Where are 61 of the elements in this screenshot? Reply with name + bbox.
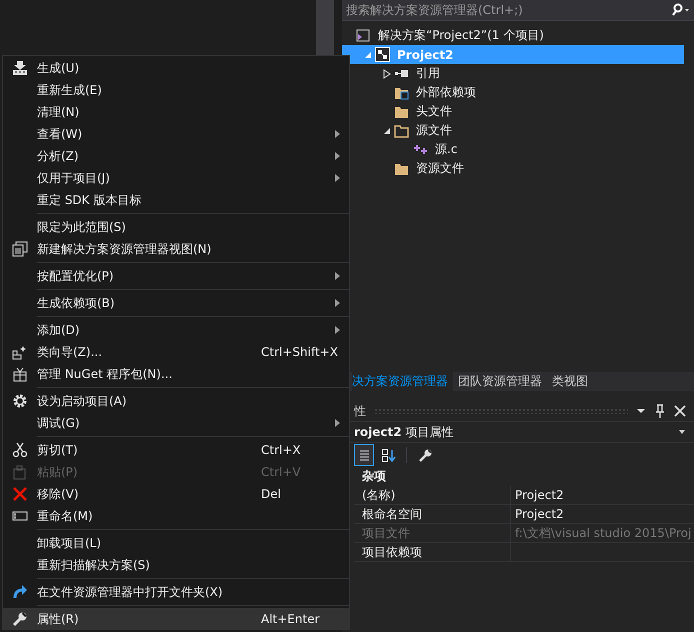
menu-item[interactable]: 移除(V) Del bbox=[3, 483, 349, 505]
toolbar-button[interactable] bbox=[354, 444, 374, 466]
curved-arrow-icon bbox=[12, 584, 28, 600]
gear-icon bbox=[12, 393, 28, 409]
property-name: 项目依赖项 bbox=[354, 543, 510, 562]
panel-tab[interactable]: 类视图 bbox=[547, 372, 593, 391]
menu-item[interactable]: 设为启动项目(A) bbox=[3, 390, 349, 412]
menu-item[interactable]: 在文件资源管理器中打开文件夹(X) bbox=[3, 581, 349, 603]
folder-icon bbox=[394, 161, 409, 176]
menu-item[interactable]: 生成依赖项(B) bbox=[3, 292, 349, 314]
project-icon bbox=[375, 47, 390, 62]
folder-icon bbox=[394, 85, 409, 100]
expanded-arrow-icon[interactable] bbox=[383, 126, 391, 134]
property-name: 根命名空间 bbox=[354, 505, 510, 524]
collapsed-arrow-icon[interactable] bbox=[383, 68, 391, 78]
menu-item[interactable]: 重命名(M) bbox=[3, 505, 349, 527]
menu-item[interactable]: 管理 NuGet 程序包(N)... bbox=[3, 363, 349, 385]
wrench-icon bbox=[418, 448, 432, 462]
windows-icon bbox=[12, 241, 28, 257]
scrollbar[interactable] bbox=[316, 0, 334, 55]
dropdown-icon[interactable] bbox=[636, 406, 646, 416]
shortcut-label: Ctrl+V bbox=[261, 465, 301, 479]
sort-icon bbox=[380, 448, 396, 462]
scissors-icon bbox=[12, 442, 28, 458]
property-name: (名称) bbox=[354, 486, 510, 505]
search-field[interactable]: 搜索解决方案资源管理器(Ctrl+;) bbox=[342, 0, 670, 20]
panel-title: 性 bbox=[354, 402, 366, 420]
menu-item[interactable]: 新建解决方案资源管理器视图(N) bbox=[3, 238, 349, 260]
wrench-icon bbox=[12, 611, 28, 627]
menu-item[interactable]: 添加(D) bbox=[3, 319, 349, 341]
caret-icon bbox=[678, 429, 686, 435]
gift-icon bbox=[12, 366, 28, 382]
property-value: Project2 bbox=[510, 505, 694, 524]
clipboard-icon bbox=[12, 464, 28, 480]
menu-item[interactable]: 重定 SDK 版本目标 bbox=[3, 189, 349, 211]
panel-tab[interactable]: 决方案资源管理器 bbox=[352, 372, 453, 391]
menu-item[interactable]: 属性(R) Alt+Enter bbox=[3, 608, 349, 630]
tree-item[interactable]: 解决方案“Project2”(1 个项目) bbox=[342, 26, 684, 45]
pin-icon[interactable] bbox=[654, 404, 666, 418]
close-icon bbox=[12, 486, 28, 502]
property-value: f:\文档\visual studio 2015\Proj bbox=[510, 524, 694, 543]
menu-item[interactable]: 限定为此范围(S) bbox=[3, 216, 349, 238]
menu-item[interactable]: 按配置优化(P) bbox=[3, 265, 349, 287]
shortcut-label: Ctrl+Shift+X bbox=[261, 345, 338, 359]
menu-item[interactable]: 重新扫描解决方案(S) bbox=[3, 554, 349, 576]
folder-icon bbox=[394, 123, 409, 138]
menu-item[interactable]: 类向导(Z)... Ctrl+Shift+X bbox=[3, 341, 349, 363]
shortcut-label: Del bbox=[261, 487, 281, 501]
property-name: 项目文件 bbox=[354, 524, 510, 543]
panel-tab[interactable]: 团队资源管理器 bbox=[453, 372, 547, 391]
property-value: Project2 bbox=[510, 486, 694, 505]
menu-item[interactable]: 卸载项目(L) bbox=[3, 532, 349, 554]
wand-icon bbox=[12, 344, 28, 360]
solution-icon bbox=[356, 28, 371, 43]
shortcut-label: Ctrl+X bbox=[261, 443, 301, 457]
plus-icon bbox=[413, 142, 428, 157]
close-icon[interactable] bbox=[674, 405, 686, 417]
shortcut-label: Alt+Enter bbox=[261, 612, 320, 626]
folder-icon bbox=[394, 104, 409, 119]
category-label: 杂项 bbox=[361, 468, 387, 485]
search-icon[interactable] bbox=[670, 0, 694, 20]
